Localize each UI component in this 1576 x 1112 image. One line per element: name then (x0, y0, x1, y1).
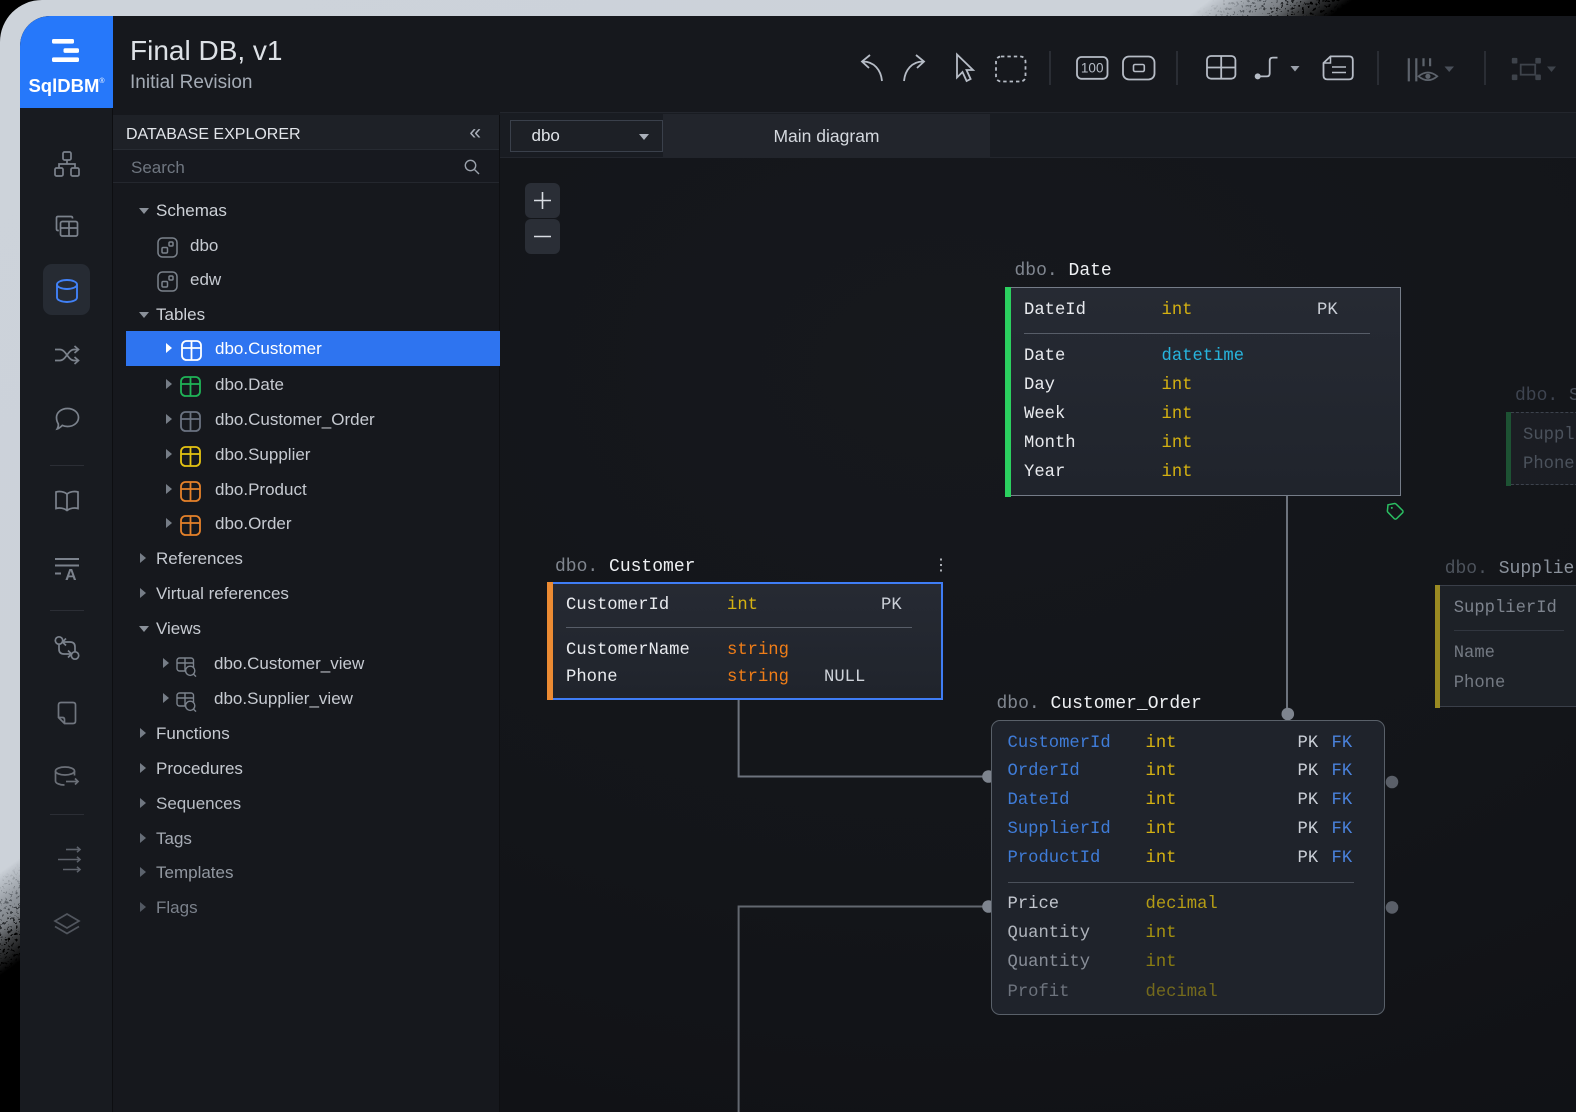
svg-text:A: A (65, 567, 77, 583)
svg-text:100: 100 (1081, 61, 1104, 76)
